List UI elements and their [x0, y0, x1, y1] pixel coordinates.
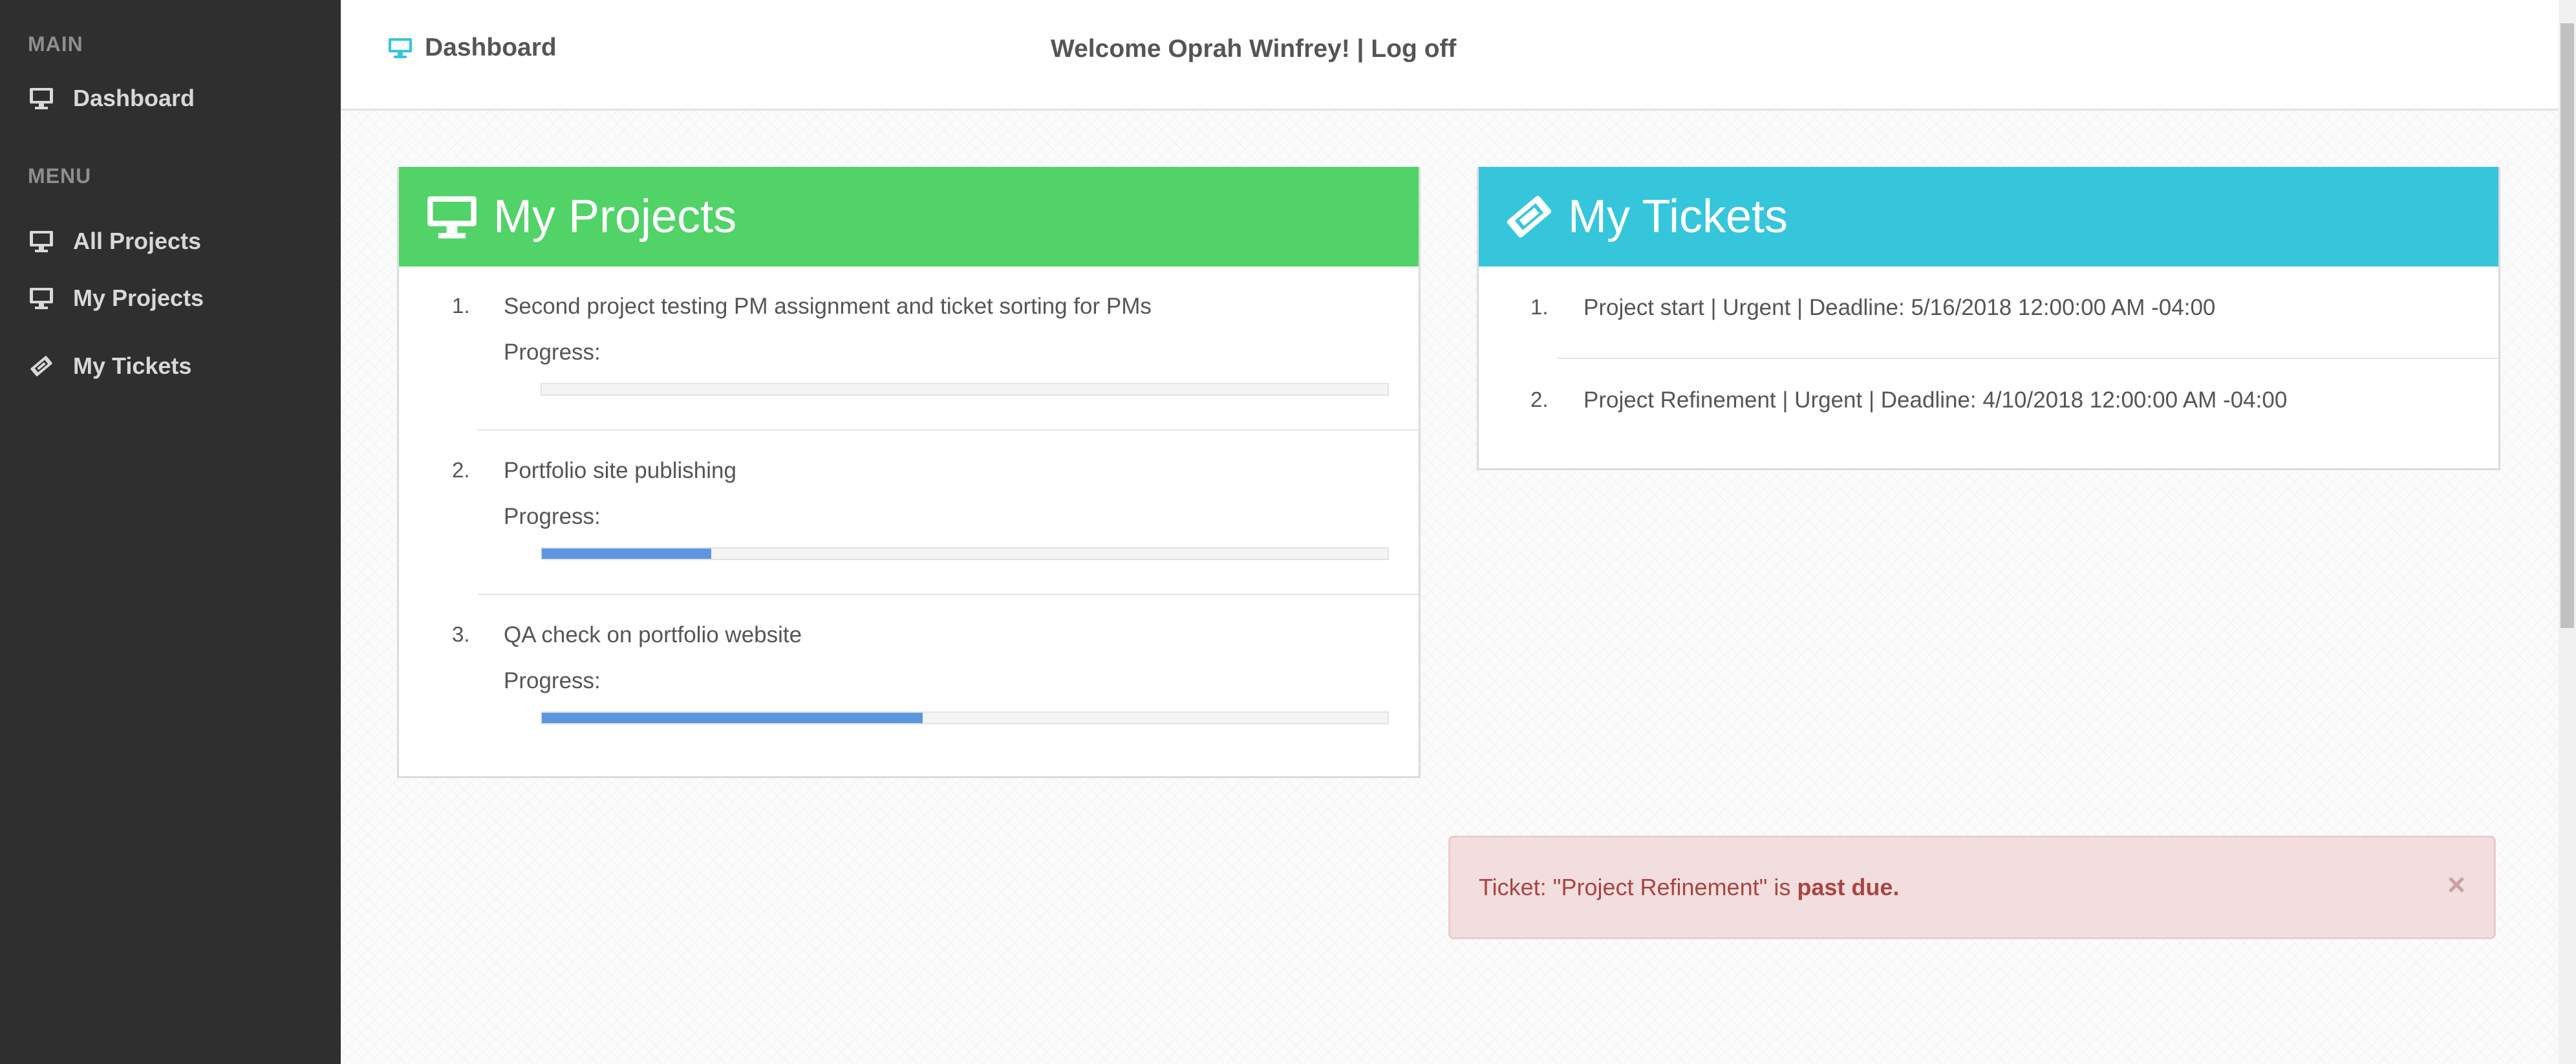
sidebar-item-label: Dashboard: [73, 85, 195, 111]
my-tickets-header: My Tickets: [1479, 167, 2498, 266]
sidebar: MAIN Dashboard MENU All Projects My Proj…: [0, 0, 341, 1064]
my-projects-panel: My Projects 1. Second project testing PM…: [397, 167, 1421, 778]
list-item[interactable]: 1. Project start | Urgent | Deadline: 5/…: [1479, 266, 2498, 359]
item-number: 3.: [452, 622, 470, 646]
progress-label: Progress:: [504, 504, 601, 529]
alert-message: Ticket: "Project Refinement" is past due…: [1479, 874, 1899, 901]
ticket-icon: [28, 354, 55, 378]
my-projects-header: My Projects: [399, 167, 1419, 266]
monitor-icon: [28, 287, 55, 310]
sidebar-item-label: All Projects: [73, 228, 202, 254]
list-item: 3. QA check on portfolio website Progres…: [399, 595, 1419, 759]
progress-label: Progress:: [504, 668, 601, 693]
welcome-area: Welcome Oprah Winfrey! | Log off: [1051, 35, 1456, 63]
sidebar-item-my-tickets[interactable]: My Tickets: [28, 347, 191, 385]
progress-bar: [541, 711, 1389, 724]
main-content: Dashboard Welcome Oprah Winfrey! | Log o…: [341, 0, 2559, 1064]
top-navbar: Dashboard Welcome Oprah Winfrey! | Log o…: [341, 0, 2559, 111]
welcome-text: Welcome Oprah Winfrey!: [1051, 35, 1350, 63]
list-item: 1. Second project testing PM assignment …: [399, 266, 1419, 431]
brand-label: Dashboard: [425, 34, 557, 61]
item-number: 1.: [452, 294, 470, 318]
past-due-alert: Ticket: "Project Refinement" is past due…: [1448, 836, 2496, 939]
progress-label: Progress:: [504, 340, 601, 365]
my-tickets-title: My Tickets: [1568, 191, 1788, 243]
welcome-separator: |: [1357, 35, 1364, 63]
progress-bar: [541, 383, 1389, 396]
close-icon[interactable]: ×: [2447, 867, 2465, 903]
item-number: 2.: [452, 458, 470, 482]
log-off-link[interactable]: Log off: [1371, 35, 1456, 63]
alert-message-prefix: Ticket: "Project Refinement" is: [1479, 874, 1798, 900]
item-number: 1.: [1530, 295, 1549, 319]
scrollbar[interactable]: [2559, 0, 2576, 1064]
progress-fill: [542, 713, 923, 723]
ticket-summary: Project Refinement | Urgent | Deadline: …: [1583, 387, 2288, 413]
list-item[interactable]: 2. Project Refinement | Urgent | Deadlin…: [1479, 359, 2498, 451]
sidebar-item-label: My Tickets: [73, 353, 192, 379]
sidebar-heading-menu: MENU: [28, 164, 92, 188]
my-tickets-panel: My Tickets 1. Project start | Urgent | D…: [1477, 167, 2500, 470]
monitor-icon: [28, 87, 55, 110]
project-name[interactable]: QA check on portfolio website: [504, 622, 802, 648]
brand-dashboard-link[interactable]: Dashboard: [387, 34, 557, 62]
sidebar-heading-main: MAIN: [28, 32, 83, 56]
alert-emphasis: past due.: [1797, 874, 1900, 900]
monitor-icon: [28, 230, 55, 253]
item-number: 2.: [1530, 387, 1549, 411]
scrollbar-thumb[interactable]: [2560, 23, 2574, 628]
progress-bar: [541, 547, 1389, 560]
my-projects-title: My Projects: [493, 191, 737, 243]
sidebar-item-label: My Projects: [73, 285, 204, 311]
project-name[interactable]: Portfolio site publishing: [504, 458, 736, 484]
monitor-icon: [425, 193, 479, 240]
ticket-summary: Project start | Urgent | Deadline: 5/16/…: [1583, 295, 2216, 320]
progress-fill: [542, 548, 711, 559]
sidebar-item-dashboard[interactable]: Dashboard: [28, 79, 195, 118]
sidebar-item-my-projects[interactable]: My Projects: [28, 279, 204, 318]
monitor-icon: [387, 37, 413, 59]
project-name[interactable]: Second project testing PM assignment and…: [504, 294, 1152, 320]
ticket-icon: [1505, 193, 1554, 240]
list-item: 2. Portfolio site publishing Progress:: [399, 431, 1419, 595]
sidebar-item-all-projects[interactable]: All Projects: [28, 222, 201, 261]
